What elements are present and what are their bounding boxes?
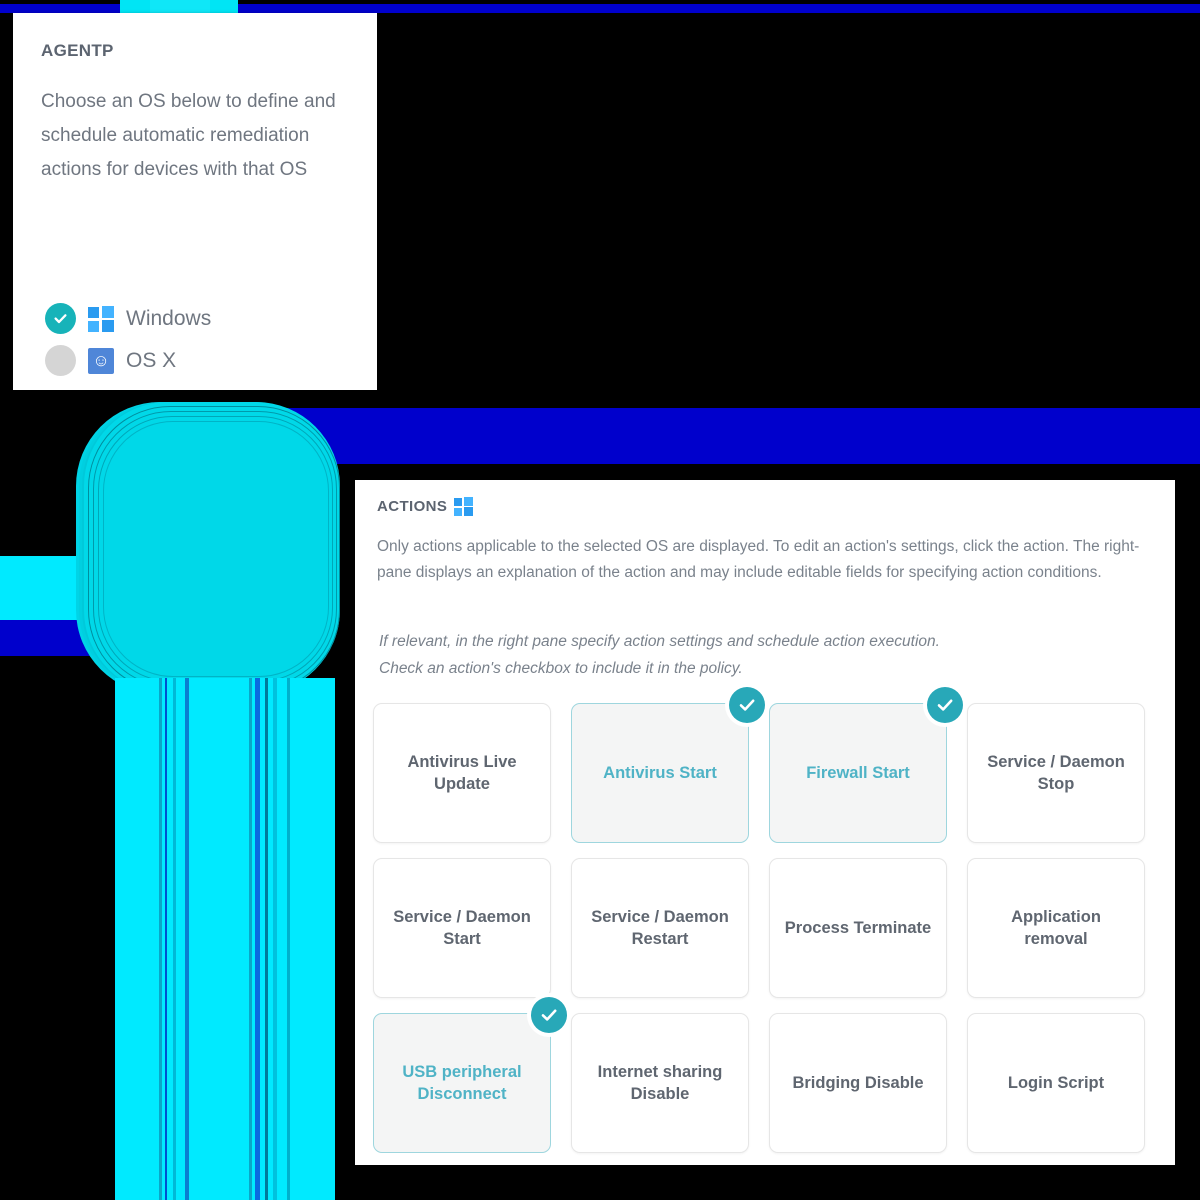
windows-logo-icon xyxy=(454,497,474,516)
radio-unselected-icon[interactable] xyxy=(45,345,76,376)
os-option-label: Windows xyxy=(126,306,212,330)
actions-description: Only actions applicable to the selected … xyxy=(377,538,1140,581)
action-card[interactable]: Bridging Disable xyxy=(769,1013,947,1153)
action-card[interactable]: Service / Daemon Stop xyxy=(967,703,1145,843)
action-card-label: Login Script xyxy=(1007,1074,1105,1092)
action-card-label: Antivirus Start xyxy=(603,764,717,782)
decorative-blue-band-left xyxy=(0,620,236,656)
action-card-label: Process Terminate xyxy=(784,919,932,937)
decorative-cyan-streaks xyxy=(115,678,335,1200)
action-card[interactable]: Application removal xyxy=(967,858,1145,998)
checkmark-icon[interactable] xyxy=(531,997,567,1033)
action-card[interactable]: USB peripheral Disconnect xyxy=(373,997,567,1153)
os-option-windows[interactable]: Windows xyxy=(45,303,211,334)
action-card[interactable]: Process Terminate xyxy=(769,858,947,998)
actions-panel: ACTIONS Only actions applicable to the s… xyxy=(355,480,1175,1165)
finder-logo-icon: ☺ xyxy=(88,347,114,374)
actions-grid: Antivirus Live Update Antivirus Start Fire… xyxy=(373,687,1163,1153)
radio-selected-icon[interactable] xyxy=(45,303,76,334)
action-card-label: Firewall Start xyxy=(806,764,910,782)
decorative-cyan-blob-ring xyxy=(98,416,333,682)
actions-note: Check an action's checkbox to include it… xyxy=(379,660,743,677)
decorative-cyan-blob xyxy=(84,402,340,694)
os-option-label: OS X xyxy=(126,348,177,372)
actions-notes: If relevant, in the right pane specify a… xyxy=(379,628,1159,682)
action-card-label: Service / Daemon Stop xyxy=(987,753,1125,793)
windows-logo-icon xyxy=(88,305,114,332)
agentp-card: AGENTP Choose an OS below to define and … xyxy=(13,13,377,390)
action-card-label: Internet sharing Disable xyxy=(597,1063,723,1103)
decorative-top-blue-bar xyxy=(0,4,1200,13)
actions-header: ACTIONS xyxy=(377,497,474,516)
actions-header-title: ACTIONS xyxy=(377,498,448,515)
decorative-cyan-blob-ring xyxy=(93,411,337,687)
action-card[interactable]: Internet sharing Disable xyxy=(571,1013,749,1153)
action-card-label: Application removal xyxy=(1011,908,1101,948)
action-card-label: Service / Daemon Restart xyxy=(591,908,729,948)
decorative-top-cyan-nub xyxy=(120,0,238,14)
action-card[interactable]: Antivirus Start xyxy=(571,687,765,843)
decorative-blue-band xyxy=(236,408,1200,464)
actions-note: If relevant, in the right pane specify a… xyxy=(379,633,940,650)
action-card[interactable]: Service / Daemon Restart xyxy=(571,858,749,998)
action-card[interactable]: Antivirus Live Update xyxy=(373,703,551,843)
agentp-title: AGENTP xyxy=(41,41,114,60)
checkmark-icon[interactable] xyxy=(729,687,765,723)
decorative-cyan-left-block xyxy=(0,556,236,622)
decorative-cyan-blob-ring xyxy=(88,406,340,692)
decorative-cyan-blob-ring xyxy=(103,421,329,677)
checkmark-icon[interactable] xyxy=(927,687,963,723)
action-card-label: Antivirus Live Update xyxy=(407,753,517,793)
action-card-label: Service / Daemon Start xyxy=(393,908,531,948)
action-card-label: USB peripheral Disconnect xyxy=(402,1063,522,1103)
os-option-osx[interactable]: ☺ OS X xyxy=(45,345,176,376)
action-card[interactable]: Firewall Start xyxy=(769,687,963,843)
agentp-description: Choose an OS below to define and schedul… xyxy=(41,91,336,180)
action-card[interactable]: Service / Daemon Start xyxy=(373,858,551,998)
action-card[interactable]: Login Script xyxy=(967,1013,1145,1153)
action-card-label: Bridging Disable xyxy=(792,1074,924,1092)
